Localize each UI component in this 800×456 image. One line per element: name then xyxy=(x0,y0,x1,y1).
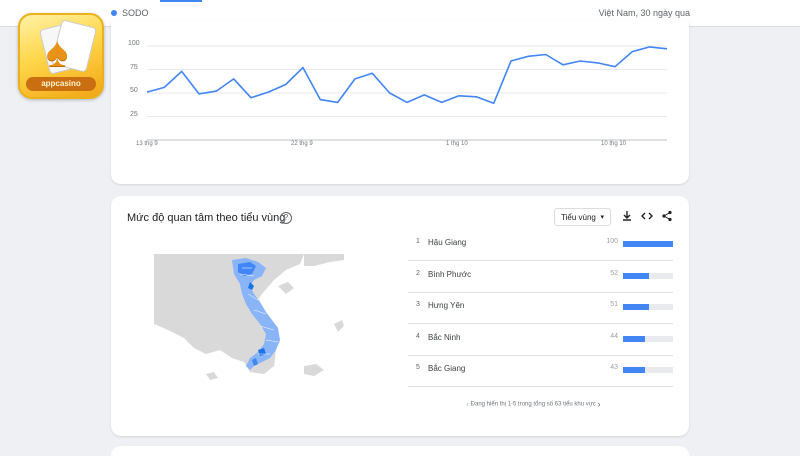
rank-number: 2 xyxy=(416,269,420,277)
interest-value: 51 xyxy=(610,301,618,308)
help-icon[interactable]: ? xyxy=(280,212,292,224)
chevron-left-icon[interactable]: ‹ xyxy=(466,399,469,409)
rank-number: 4 xyxy=(416,332,420,340)
chevron-right-icon[interactable]: › xyxy=(597,399,600,409)
dropdown-value: Tiểu vùng xyxy=(561,213,596,222)
interest-bar-track xyxy=(623,272,673,279)
active-tab-indicator xyxy=(160,0,202,2)
table-row[interactable]: 5 Bắc Giang 43 xyxy=(408,355,673,387)
table-row[interactable]: 4 Bắc Ninh 44 xyxy=(408,324,673,356)
subregion-name: Bắc Giang xyxy=(428,364,466,373)
region-timeframe: Việt Nam, 30 ngày qua xyxy=(598,8,690,18)
logo-label: appcasino xyxy=(26,77,96,91)
interest-by-subregion-card: Mức độ quan tâm theo tiểu vùng ? Tiểu vù… xyxy=(111,196,689,436)
table-row[interactable]: 2 Bình Phước 52 xyxy=(408,261,673,293)
interest-bar-fill xyxy=(623,272,649,279)
pagination-text: Đang hiển thị 1-5 trong tổng số 63 tiểu … xyxy=(470,401,596,408)
interest-value: 100 xyxy=(606,238,618,245)
download-icon[interactable] xyxy=(620,210,634,224)
x-tick-label: 10 thg 10 xyxy=(601,141,627,147)
interest-bar-track xyxy=(623,304,673,310)
search-term: SODO xyxy=(122,8,149,18)
rank-number: 1 xyxy=(416,238,420,245)
interest-bar-fill xyxy=(623,367,645,373)
next-card-edge xyxy=(111,446,689,456)
x-tick-label: 1 thg 10 xyxy=(446,141,468,147)
interest-over-time-card: 100 75 50 25 13 thg 9 22 thg 9 1 thg 10 … xyxy=(111,20,689,184)
embed-icon[interactable] xyxy=(640,210,654,224)
interest-bar-track xyxy=(623,367,673,373)
subregion-name: Hưng Yên xyxy=(428,301,465,310)
series-line[interactable] xyxy=(146,46,668,105)
interest-value: 44 xyxy=(610,332,618,340)
rank-number: 5 xyxy=(416,364,420,371)
subregion-name: Bắc Ninh xyxy=(428,332,461,342)
subregion-name: Hậu Giang xyxy=(428,238,467,247)
resolution-dropdown[interactable]: Tiểu vùng ▾ xyxy=(554,208,611,226)
interest-bar-track xyxy=(623,335,673,342)
x-tick-label: 13 thg 9 xyxy=(136,141,158,147)
table-row[interactable]: 3 Hưng Yên 51 xyxy=(408,292,673,324)
share-icon[interactable] xyxy=(660,210,674,224)
spade-icon: ♠ xyxy=(46,28,69,75)
appcasino-logo: ♠ appcasino xyxy=(18,13,104,99)
interest-bar-fill xyxy=(623,241,673,247)
interest-bar-fill xyxy=(623,304,649,310)
interest-line-chart xyxy=(146,45,668,141)
section-title: Mức độ quan tâm theo tiểu vùng xyxy=(127,212,286,224)
rank-number: 3 xyxy=(416,301,420,308)
interest-bar-fill xyxy=(623,335,645,342)
interest-value: 43 xyxy=(610,364,618,371)
caret-down-icon: ▾ xyxy=(600,214,604,221)
interest-value: 52 xyxy=(610,269,618,277)
pagination: ‹ Đang hiển thị 1-5 trong tổng số 63 tiể… xyxy=(466,399,600,409)
vietnam-region-map[interactable] xyxy=(154,254,344,382)
interest-bar-track xyxy=(623,241,673,247)
series-color-dot xyxy=(111,10,117,16)
x-tick-label: 22 thg 9 xyxy=(291,141,313,147)
subregion-name: Bình Phước xyxy=(428,269,472,279)
table-row[interactable]: 1 Hậu Giang 100 xyxy=(408,229,673,261)
